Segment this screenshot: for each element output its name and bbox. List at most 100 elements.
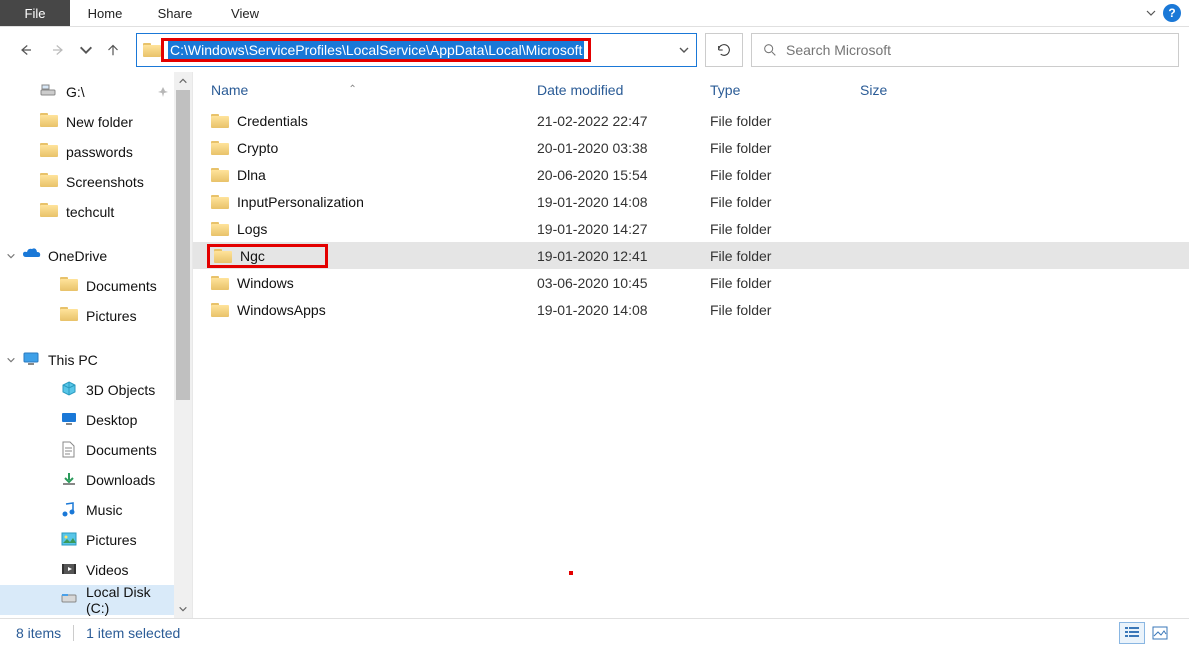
sidebar-item-label: Music [86, 502, 123, 518]
sidebar-item[interactable]: Pictures [0, 301, 175, 331]
item-date: 21-02-2022 22:47 [537, 113, 710, 129]
status-item-count: 8 items [16, 625, 61, 641]
search-box[interactable] [751, 33, 1179, 67]
help-icon[interactable]: ? [1163, 4, 1181, 22]
music-icon [60, 501, 78, 519]
sidebar-item[interactable]: Downloads [0, 465, 175, 495]
sidebar-onedrive[interactable]: OneDrive [0, 241, 175, 271]
item-type: File folder [710, 140, 860, 156]
tab-home[interactable]: Home [70, 0, 140, 26]
sidebar-item[interactable]: Local Disk (C:) [0, 585, 175, 615]
status-bar: 8 items 1 item selected [0, 618, 1189, 647]
chevron-down-icon[interactable] [6, 355, 16, 365]
folder-row-windows[interactable]: Windows03-06-2020 10:45File folder [193, 269, 1189, 296]
arrow-left-icon [16, 41, 34, 59]
sidebar-item-label: passwords [66, 144, 133, 160]
item-date: 20-06-2020 15:54 [537, 167, 710, 183]
forward-button[interactable] [44, 35, 74, 65]
folder-icon [60, 307, 78, 325]
documents-icon [60, 441, 78, 459]
refresh-icon [716, 42, 732, 58]
back-button[interactable] [10, 35, 40, 65]
desktop-icon [60, 411, 78, 429]
folder-row-ngc[interactable]: Ngc19-01-2020 12:41File folder [193, 242, 1189, 269]
refresh-button[interactable] [705, 33, 743, 67]
highlight-box: Ngc [207, 244, 328, 268]
details-view-button[interactable] [1119, 622, 1145, 644]
chevron-down-icon [78, 41, 94, 59]
folder-icon [211, 222, 229, 236]
address-bar[interactable]: C:\Windows\ServiceProfiles\LocalService\… [136, 33, 697, 67]
sidebar-scrollbar[interactable] [174, 72, 192, 618]
item-date: 03-06-2020 10:45 [537, 275, 710, 291]
sidebar-item-label: techcult [66, 204, 114, 220]
pictures-icon [60, 531, 78, 549]
status-selection: 1 item selected [86, 625, 180, 641]
chevron-down-icon[interactable] [6, 251, 16, 261]
3d-icon [60, 381, 78, 399]
folder-row-windowsapps[interactable]: WindowsApps19-01-2020 14:08File folder [193, 296, 1189, 323]
sidebar-item[interactable]: 3D Objects [0, 375, 175, 405]
sidebar-item-screenshots[interactable]: Screenshots [0, 167, 175, 197]
arrow-right-icon [50, 41, 68, 59]
sidebar-item[interactable]: Pictures [0, 525, 175, 555]
pin-icon [157, 86, 169, 98]
drive-icon [40, 83, 58, 101]
sidebar-item[interactable]: Music [0, 495, 175, 525]
downloads-icon [60, 471, 78, 489]
address-dropdown-icon[interactable] [678, 44, 690, 56]
recent-locations-button[interactable] [78, 35, 94, 65]
file-list: Name⌃ Date modified Type Size Credential… [193, 72, 1189, 618]
minimize-ribbon-icon[interactable] [1145, 7, 1157, 19]
sidebar-item-g-[interactable]: G:\ [0, 77, 175, 107]
sidebar-item-label: Documents [86, 278, 157, 294]
column-header-size[interactable]: Size [860, 72, 955, 107]
ribbon-tabs: File Home Share View ? [0, 0, 1189, 27]
sidebar-item[interactable]: Desktop [0, 405, 175, 435]
sidebar-item-label: Videos [86, 562, 129, 578]
scroll-down-icon[interactable] [174, 600, 192, 618]
scrollbar-thumb[interactable] [176, 90, 190, 400]
disk-icon [60, 591, 78, 609]
thispc-icon [22, 351, 40, 369]
navigation-pane: G:\New folder passwords Screenshots techcul… [0, 72, 193, 618]
item-name: Ngc [240, 248, 265, 264]
folder-icon [211, 114, 229, 128]
tab-view[interactable]: View [210, 0, 280, 26]
sidebar-item[interactable]: Videos [0, 555, 175, 585]
tab-share[interactable]: Share [140, 0, 210, 26]
column-header-type[interactable]: Type [710, 72, 860, 107]
folder-icon [143, 43, 161, 57]
item-name: Windows [237, 275, 294, 291]
column-header-date[interactable]: Date modified [537, 72, 710, 107]
thumbnails-view-button[interactable] [1147, 622, 1173, 644]
column-header-name[interactable]: Name⌃ [211, 72, 537, 107]
item-type: File folder [710, 194, 860, 210]
sidebar-item[interactable]: Documents [0, 271, 175, 301]
videos-icon [60, 561, 78, 579]
sidebar-item-label: 3D Objects [86, 382, 155, 398]
folder-icon [211, 276, 229, 290]
folder-row-credentials[interactable]: Credentials21-02-2022 22:47File folder [193, 107, 1189, 134]
folder-row-logs[interactable]: Logs19-01-2020 14:27File folder [193, 215, 1189, 242]
folder-row-crypto[interactable]: Crypto20-01-2020 03:38File folder [193, 134, 1189, 161]
sidebar-item-label: Desktop [86, 412, 137, 428]
status-separator [73, 625, 74, 641]
sidebar-item-techcult[interactable]: techcult [0, 197, 175, 227]
folder-row-dlna[interactable]: Dlna20-06-2020 15:54File folder [193, 161, 1189, 188]
folder-icon [60, 277, 78, 295]
sidebar-item-new-folder[interactable]: New folder [0, 107, 175, 137]
item-type: File folder [710, 113, 860, 129]
sidebar-item[interactable]: Documents [0, 435, 175, 465]
sidebar-item-passwords[interactable]: passwords [0, 137, 175, 167]
search-input[interactable] [786, 42, 1168, 58]
folder-icon [214, 249, 232, 263]
item-name: Logs [237, 221, 267, 237]
folder-row-inputpersonalization[interactable]: InputPersonalization19-01-2020 14:08File… [193, 188, 1189, 215]
up-button[interactable] [98, 35, 128, 65]
address-path-text[interactable]: C:\Windows\ServiceProfiles\LocalService\… [168, 41, 584, 59]
folder-icon [40, 113, 58, 131]
sidebar-this-pc[interactable]: This PC [0, 345, 175, 375]
file-tab[interactable]: File [0, 0, 70, 26]
scroll-up-icon[interactable] [174, 72, 192, 90]
